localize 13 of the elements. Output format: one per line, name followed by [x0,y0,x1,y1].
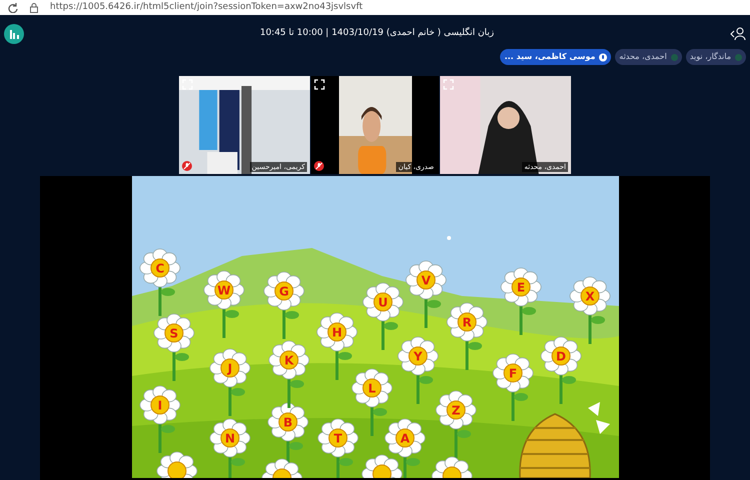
participant-chip[interactable]: احمدی، محدثه [615,49,682,65]
app-logo-icon[interactable] [4,24,24,44]
user-icon[interactable] [730,27,746,41]
flower-letter[interactable]: J [227,362,232,376]
participant-chip[interactable]: موسی کاظمی، سید ... [500,49,612,65]
fullscreen-icon[interactable] [314,79,325,90]
flower-letter[interactable]: I [157,398,162,412]
participant-chip[interactable]: ماندگار، نوید [686,49,746,65]
mic-icon [599,52,608,62]
lock-icon[interactable] [30,2,38,12]
mic-off-icon[interactable] [314,161,324,171]
reload-icon[interactable] [8,2,18,12]
session-title: زبان انگلیسی ( خانم احمدی) 1403/10/19 | 10:00 تا 10:45 [260,27,494,40]
